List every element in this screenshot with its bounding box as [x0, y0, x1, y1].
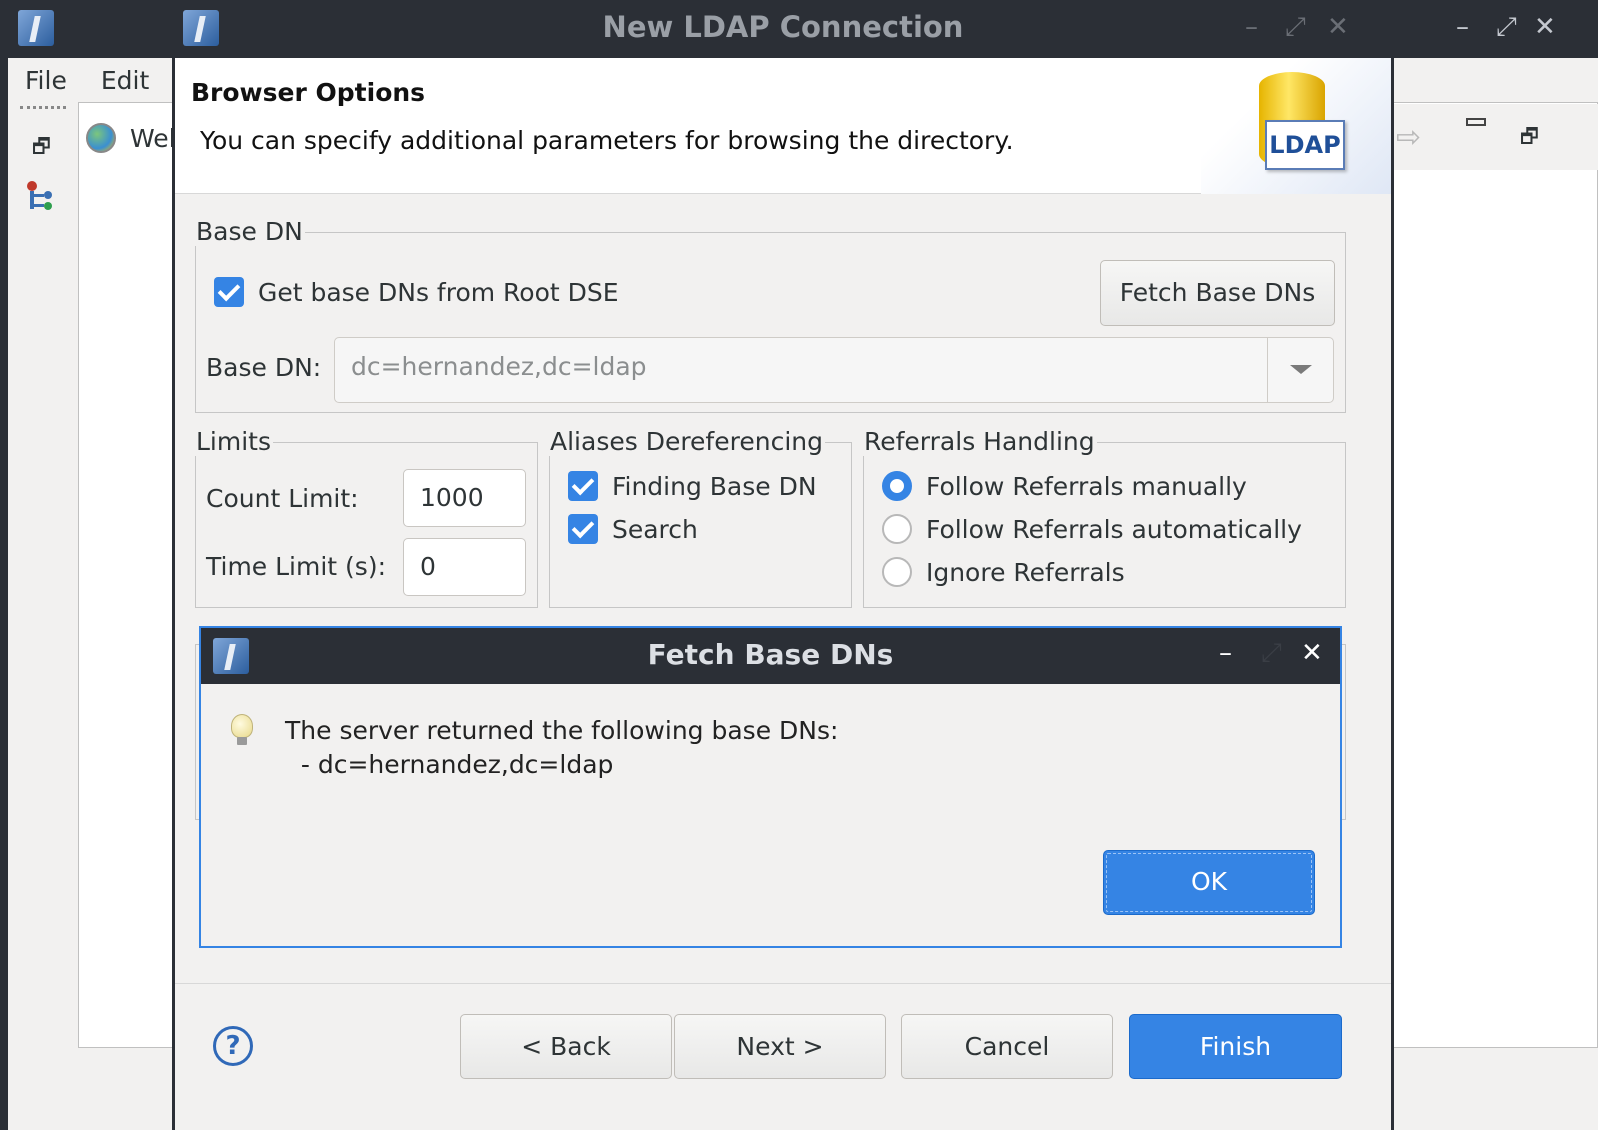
- message-text: The server returned the following base D…: [285, 714, 838, 782]
- checkbox-checked-icon[interactable]: [214, 277, 244, 307]
- get-base-dns-checkbox[interactable]: Get base DNs from Root DSE: [214, 276, 619, 307]
- message-line-2: - dc=hernandez,dc=ldap: [285, 750, 614, 779]
- ok-button[interactable]: OK: [1103, 850, 1315, 915]
- minimize-icon[interactable]: –: [1456, 12, 1469, 42]
- new-ldap-connection-dialog: New LDAP Connection – ⤢ ✕ Browser Option…: [172, 0, 1394, 1130]
- referrals-group-label: Referrals Handling: [862, 427, 1097, 456]
- finish-button[interactable]: Finish: [1129, 1014, 1342, 1079]
- banner-description: You can specify additional parameters fo…: [200, 126, 1014, 155]
- menu-file[interactable]: File: [8, 58, 84, 102]
- aliases-group: Aliases Dereferencing Finding Base DN Se…: [548, 427, 852, 608]
- minimize-view-icon[interactable]: [1466, 118, 1486, 126]
- maximize-icon[interactable]: ⤢: [1496, 12, 1517, 43]
- back-button[interactable]: < Back: [460, 1014, 672, 1079]
- get-base-dns-label: Get base DNs from Root DSE: [257, 277, 619, 307]
- search-label: Search: [611, 514, 698, 544]
- restore-icon[interactable]: 🗗: [32, 132, 51, 166]
- message-line-1: The server returned the following base D…: [285, 716, 839, 745]
- referrals-group: Referrals Handling Follow Referrals manu…: [862, 427, 1346, 608]
- message-minimize-icon[interactable]: –: [1219, 638, 1232, 668]
- ignore-referrals-label: Ignore Referrals: [925, 557, 1125, 587]
- fetch-base-dns-message-dialog: Fetch Base DNs – ⤢ ✕ The server returned…: [199, 626, 1342, 948]
- base-dn-group-label: Base DN: [194, 217, 305, 246]
- radio-selected-icon[interactable]: [882, 471, 912, 501]
- dialog-close-icon[interactable]: ✕: [1327, 12, 1349, 42]
- welcome-tab[interactable]: Wel: [86, 122, 176, 153]
- menubar: File Edit: [8, 58, 166, 102]
- next-button[interactable]: Next >: [674, 1014, 886, 1079]
- limits-group: Limits Count Limit: 1000 Time Limit (s):…: [194, 427, 538, 608]
- base-dn-value: dc=hernandez,dc=ldap: [351, 352, 647, 381]
- chevron-down-icon[interactable]: [1267, 338, 1333, 402]
- limits-group-label: Limits: [194, 427, 273, 456]
- base-dn-combo[interactable]: dc=hernandez,dc=ldap: [334, 337, 1334, 403]
- lightbulb-icon: [231, 714, 253, 745]
- count-limit-input[interactable]: 1000: [403, 469, 526, 527]
- help-icon[interactable]: ?: [213, 1026, 253, 1066]
- message-dialog-title: Fetch Base DNs: [647, 638, 894, 671]
- forward-arrow-icon[interactable]: ⇨: [1396, 120, 1421, 155]
- checkbox-checked-icon[interactable]: [568, 471, 598, 501]
- dialog-minimize-icon[interactable]: –: [1245, 12, 1258, 42]
- side-panel: 🗗: [8, 102, 78, 1130]
- connections-view-icon[interactable]: [26, 180, 58, 212]
- maximize-view-icon[interactable]: 🗗: [1520, 122, 1539, 156]
- count-limit-label: Count Limit:: [206, 484, 359, 513]
- menu-edit[interactable]: Edit: [84, 58, 166, 102]
- wizard-banner: Browser Options You can specify addition…: [175, 58, 1391, 194]
- background-toolbar: ⇨ 🗗: [1380, 104, 1598, 170]
- dialog-maximize-icon[interactable]: ⤢: [1285, 12, 1306, 43]
- time-limit-input[interactable]: 0: [403, 538, 526, 596]
- panel-grip[interactable]: [20, 106, 66, 109]
- footer-separator: [175, 983, 1391, 984]
- welcome-tab-label: Wel: [129, 123, 176, 153]
- ignore-referrals-radio[interactable]: Ignore Referrals: [882, 556, 1125, 587]
- finding-base-dn-label: Finding Base DN: [611, 471, 817, 501]
- banner-title: Browser Options: [191, 78, 426, 107]
- checkbox-checked-icon[interactable]: [568, 514, 598, 544]
- message-maximize-icon[interactable]: ⤢: [1261, 638, 1282, 669]
- follow-automatically-label: Follow Referrals automatically: [925, 514, 1302, 544]
- dialog-titlebar: New LDAP Connection – ⤢ ✕: [175, 0, 1391, 58]
- search-checkbox[interactable]: Search: [568, 513, 698, 544]
- close-icon[interactable]: ✕: [1534, 12, 1556, 42]
- radio-unselected-icon[interactable]: [882, 514, 912, 544]
- finding-base-dn-checkbox[interactable]: Finding Base DN: [568, 470, 817, 501]
- welcome-icon: [86, 123, 116, 153]
- time-limit-label: Time Limit (s):: [206, 552, 387, 581]
- fetch-base-dns-button[interactable]: Fetch Base DNs: [1100, 260, 1335, 326]
- follow-manually-label: Follow Referrals manually: [925, 471, 1247, 501]
- follow-manually-radio[interactable]: Follow Referrals manually: [882, 470, 1247, 501]
- message-dialog-titlebar: Fetch Base DNs – ⤢ ✕: [201, 628, 1340, 684]
- aliases-group-label: Aliases Dereferencing: [548, 427, 825, 456]
- base-dn-label: Base DN:: [206, 353, 322, 382]
- dialog-title: New LDAP Connection: [602, 10, 964, 44]
- follow-automatically-radio[interactable]: Follow Referrals automatically: [882, 513, 1302, 544]
- app-logo-icon: [18, 10, 54, 46]
- message-close-icon[interactable]: ✕: [1301, 638, 1323, 668]
- ldap-logo: LDAP: [1265, 120, 1345, 170]
- base-dn-group: Base DN Get base DNs from Root DSE Fetch…: [194, 217, 1346, 413]
- cancel-button[interactable]: Cancel: [901, 1014, 1113, 1079]
- radio-unselected-icon[interactable]: [882, 557, 912, 587]
